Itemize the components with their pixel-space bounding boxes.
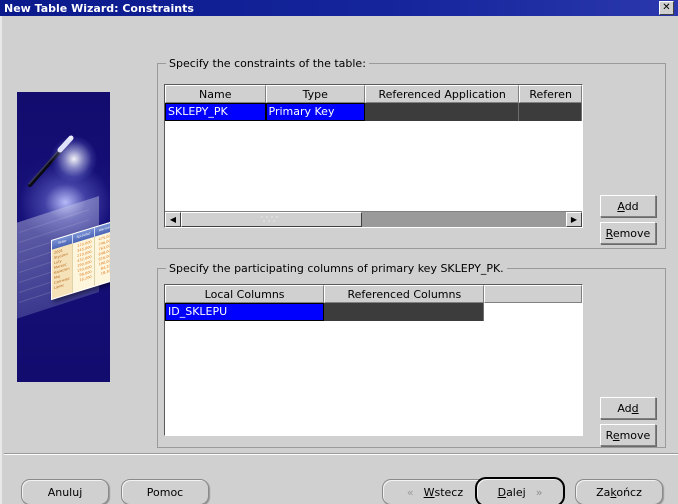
column-header-name[interactable]: Name [165,85,266,103]
spreadsheet-graphic-column: 475,000 246,000 763,000 648,000 616,000 … [94,230,110,288]
table-row[interactable]: SKLEPY_PK Primary Key [165,103,582,121]
cell-type[interactable]: Primary Key [265,103,366,121]
table-row[interactable]: ID_SKLEPU [165,303,582,321]
wand-glow [51,136,97,182]
magic-wand-icon [25,122,97,200]
next-button[interactable]: Dalej » [475,477,565,504]
close-icon: ✕ [662,2,671,13]
dialog-window: New Table Wizard: Constraints ✕ Sklep Sp… [0,0,678,504]
column-header-referenced[interactable]: Referen [519,85,582,103]
remove-constraint-label: Remove [605,226,651,240]
help-label: Pomoc [146,485,184,499]
scrollbar-grip-icon [260,216,283,223]
column-header-local-columns[interactable]: Local Columns [165,285,325,303]
cell-referenced-application[interactable] [365,103,520,121]
back-label: Wstecz [423,485,464,499]
add-column-button[interactable]: Add [600,397,656,419]
column-header-extra[interactable] [484,285,582,303]
wizard-graphic-panel: Sklep Sprzedaz Wartosc 2001 Styczen Luty… [17,92,110,382]
constraints-table-empty-area [165,121,582,211]
scrollbar-thumb[interactable] [181,212,362,227]
back-button[interactable]: « Wstecz [382,479,487,504]
cancel-button[interactable]: Anuluj [21,479,109,504]
remove-column-button[interactable]: Remove [600,424,656,446]
scrollbar-track[interactable] [181,212,566,227]
constraints-table[interactable]: Name Type Referenced Application Referen… [164,84,583,228]
constraints-group-label: Specify the constraints of the table: [166,57,369,70]
cell-referenced[interactable] [519,103,582,121]
column-header-referenced-application[interactable]: Referenced Application [365,85,520,103]
next-label: Dalej [497,485,526,499]
cell-local-column[interactable]: ID_SKLEPU [165,303,325,321]
help-button[interactable]: Pomoc [121,479,209,504]
add-constraint-button[interactable]: Add [600,195,656,217]
chevron-right-icon: » [535,485,543,499]
add-constraint-label: Add [617,199,639,213]
scroll-left-arrow-icon[interactable]: ◀ [165,212,181,227]
constraints-table-header: Name Type Referenced Application Referen [165,85,582,103]
columns-table[interactable]: Local Columns Referenced Columns ID_SKLE… [164,284,583,436]
remove-column-label: Remove [605,428,651,442]
footer-divider [4,453,678,455]
constraints-table-hscrollbar[interactable]: ◀ ▶ [165,211,582,227]
column-header-referenced-columns[interactable]: Referenced Columns [324,285,485,303]
finish-button[interactable]: Zakończ [575,479,663,504]
column-header-type[interactable]: Type [265,85,366,103]
cell-extra[interactable] [484,303,582,321]
spreadsheet-graphic-column: 2001 Styczen Luty Marzec Kwiecien Maj Cz… [52,243,74,301]
columns-group-label: Specify the participating columns of pri… [166,262,507,275]
cell-name[interactable]: SKLEPY_PK [165,103,266,121]
remove-constraint-button[interactable]: Remove [600,222,656,244]
finish-label: Zakończ [596,485,642,499]
add-column-label: Add [617,401,639,415]
chevron-left-icon: « [406,485,414,499]
dialog-body: Sklep Sprzedaz Wartosc 2001 Styczen Luty… [0,16,678,504]
spreadsheet-graphic-column: 120,000 345,000 210,000 432,000 190,000 … [73,236,95,295]
cell-referenced-column[interactable] [324,303,485,321]
title-bar: New Table Wizard: Constraints ✕ [0,0,678,16]
scroll-right-arrow-icon[interactable]: ▶ [566,212,582,227]
close-button[interactable]: ✕ [659,1,674,15]
columns-table-empty-area [165,321,582,435]
cancel-label: Anuluj [47,485,83,499]
window-title: New Table Wizard: Constraints [4,1,194,15]
columns-table-header: Local Columns Referenced Columns [165,285,582,303]
